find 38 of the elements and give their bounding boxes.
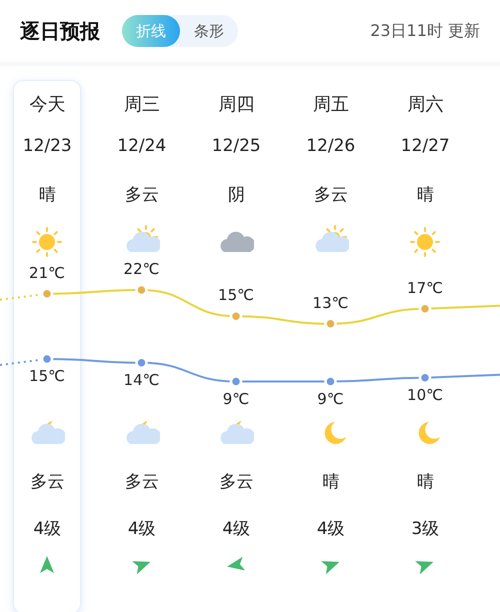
night-weather: 晴	[416, 470, 434, 492]
wind-level: 3级	[411, 518, 440, 540]
day-date: 12/23	[22, 136, 72, 156]
wind-level: 4级	[316, 518, 345, 540]
low-temperature: 9℃	[316, 390, 345, 408]
low-temperature: 15℃	[28, 367, 66, 385]
day-date: 12/27	[400, 136, 450, 156]
day-weather: 晴	[38, 184, 56, 206]
high-temperature: 15℃	[217, 286, 255, 304]
wind-level: 4级	[222, 518, 250, 540]
day-name[interactable]: 周六	[407, 92, 444, 116]
day-name[interactable]: 周五	[312, 92, 349, 116]
section-title: 逐日预报	[20, 18, 100, 44]
high-temperature: 22℃	[122, 260, 160, 278]
view-tab[interactable]: 条形	[180, 15, 238, 47]
night-weather: 多云	[124, 470, 159, 492]
night-weather: 晴	[322, 470, 340, 492]
low-temperature: 10℃	[406, 386, 444, 404]
night-weather: 多云	[219, 470, 254, 492]
low-temperature: 14℃	[122, 370, 160, 389]
day-date: 12/24	[117, 136, 166, 156]
high-temperature: 13℃	[312, 294, 350, 312]
day-date: 12/26	[306, 136, 356, 156]
wind-level: 4级	[128, 518, 156, 540]
day-weather: 阴	[228, 184, 245, 206]
day-weather: 晴	[416, 184, 434, 206]
day-weather: 多云	[124, 184, 159, 206]
night-weather: 多云	[30, 470, 64, 492]
day-name[interactable]: 今天	[29, 92, 66, 116]
update-time: 23日11时 更新	[370, 20, 480, 42]
day-date: 12/25	[212, 136, 261, 156]
day-name[interactable]: 周四	[218, 92, 254, 116]
wind-level: 4级	[33, 518, 62, 540]
day-weather: 多云	[314, 184, 348, 206]
day-name[interactable]: 周三	[124, 92, 160, 116]
high-temperature: 17℃	[406, 278, 444, 297]
low-temperature: 9℃	[222, 390, 250, 408]
high-temperature: 21℃	[28, 264, 66, 282]
